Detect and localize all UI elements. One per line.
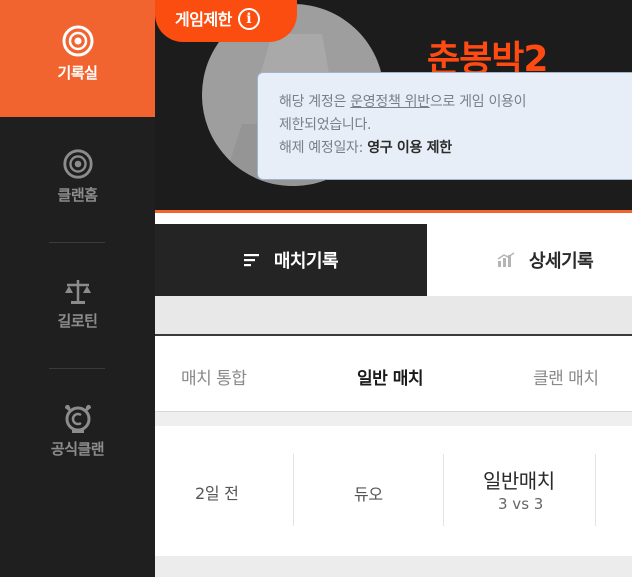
sidebar-item-label: 클랜홈: [57, 186, 98, 204]
sidebar-divider: [49, 242, 105, 243]
sidebar-item-label: 길로틴: [57, 312, 98, 330]
tooltip-line-1: 해당 계정은 운영정책 위반으로 게임 이용이: [279, 94, 527, 110]
target-icon: [62, 149, 93, 179]
column-divider: [443, 454, 444, 526]
match-type: 일반매치: [483, 469, 555, 493]
scale-icon: [64, 280, 91, 304]
sidebar-item-records[interactable]: 기록실: [0, 0, 155, 117]
tab-spacer: [155, 296, 632, 334]
policy-violation-link[interactable]: 운영정책 위반: [350, 94, 430, 110]
column-divider: [293, 454, 294, 526]
info-icon[interactable]: i: [237, 8, 260, 30]
clan-crest-icon: [64, 404, 91, 433]
list-spacer: [155, 412, 632, 426]
tab-clan-match[interactable]: 클랜 매치: [533, 364, 599, 389]
sidebar: 기록실 클랜홈 길로틴 공식클랜: [0, 0, 155, 577]
header-accent-line: [155, 210, 632, 213]
sidebar-item-official-clan[interactable]: 공식클랜: [0, 402, 155, 459]
tab-label: 상세기록: [529, 251, 594, 272]
list-icon: [243, 254, 259, 267]
bar-chart-icon: [497, 252, 515, 267]
sidebar-divider: [49, 368, 105, 369]
sidebar-item-label: 기록실: [57, 64, 98, 82]
release-date-value: 영구 이용 제한: [367, 140, 452, 156]
sidebar-item-clan-home[interactable]: 클랜홈: [0, 148, 155, 205]
tab-match-records[interactable]: 매치기록: [155, 224, 427, 296]
match-type-tabs: 매치 통합 일반 매치 클랜 매치: [155, 334, 632, 412]
table-row[interactable]: 2일 전 듀오 일반매치 3 vs 3: [155, 426, 632, 556]
tab-label: 매치기록: [273, 251, 339, 272]
sidebar-item-guillotine[interactable]: 길로틴: [0, 276, 155, 331]
match-mode: 듀오: [354, 485, 383, 504]
tab-detail-records[interactable]: 상세기록: [427, 224, 632, 296]
list-footer-spacer: [155, 556, 632, 577]
restriction-badge[interactable]: 게임제한 i: [155, 0, 297, 42]
restriction-tooltip: 해당 계정은 운영정책 위반으로 게임 이용이 제한되었습니다. 해제 예정일자…: [257, 72, 632, 180]
target-icon: [62, 25, 93, 57]
column-divider: [595, 454, 596, 526]
match-time: 2일 전: [195, 484, 239, 503]
team-format: 3 vs 3: [498, 495, 544, 513]
tab-normal-match[interactable]: 일반 매치: [357, 364, 423, 389]
restriction-label: 게임제한: [175, 10, 232, 29]
tooltip-line-2: 제한되었습니다.: [279, 117, 372, 133]
sidebar-item-label: 공식클랜: [50, 440, 105, 458]
tooltip-line-3: 해제 예정일자: 영구 이용 제한: [279, 140, 452, 156]
tab-all-matches[interactable]: 매치 통합: [181, 364, 247, 389]
